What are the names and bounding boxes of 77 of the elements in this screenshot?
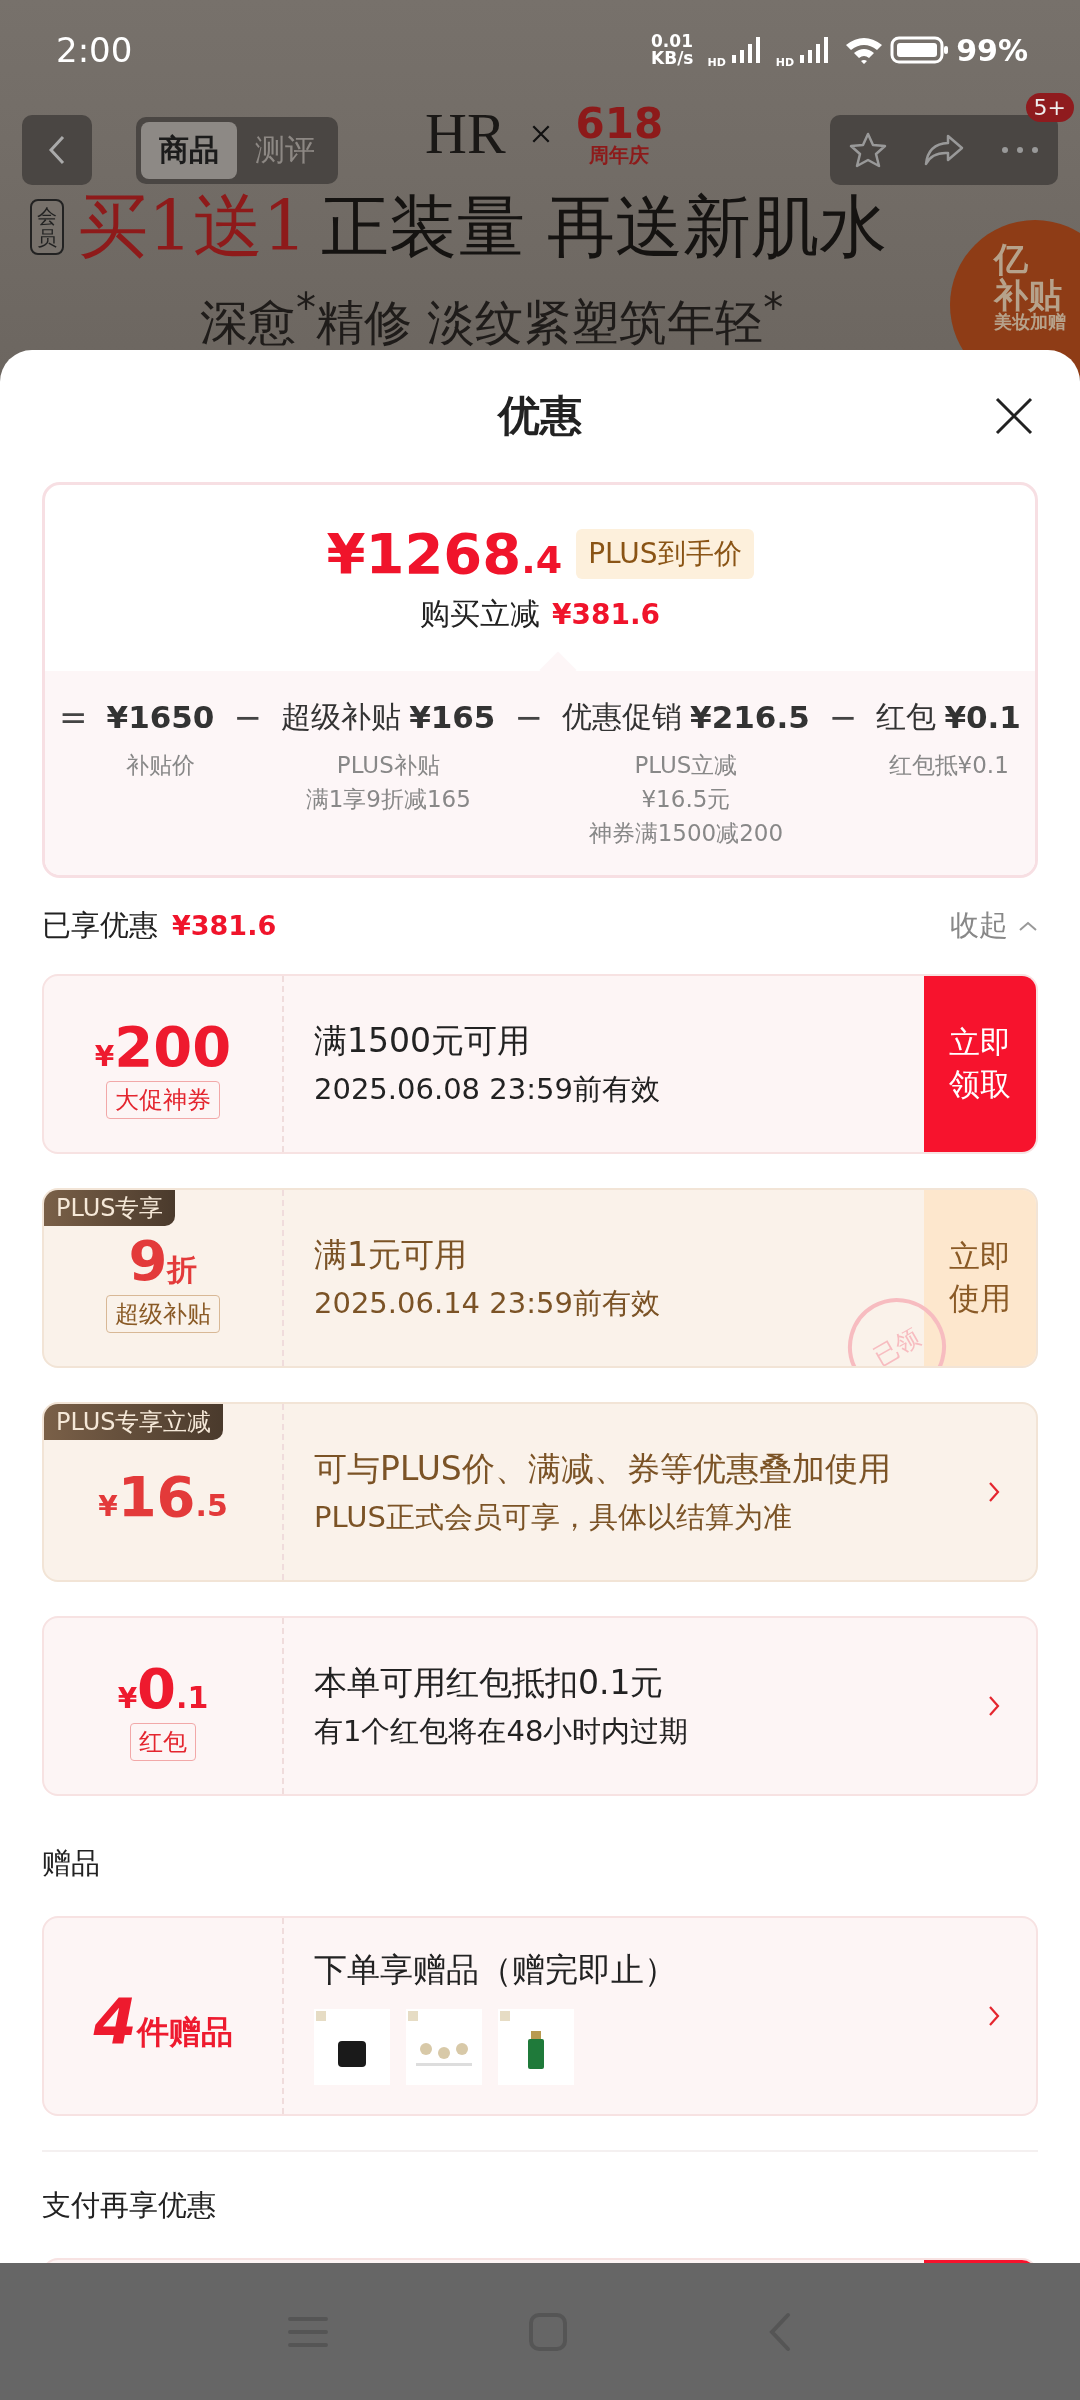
- price-tag: PLUS到手价: [576, 528, 754, 579]
- notification-badge: 5+: [1025, 93, 1074, 122]
- collapse-toggle[interactable]: 收起: [950, 906, 1038, 946]
- close-icon: [994, 396, 1034, 436]
- operator: −: [514, 696, 543, 739]
- term-name: 红包: [876, 698, 937, 736]
- offer-subtitle: PLUS正式会员可享，具体以结算为准: [314, 1498, 793, 1536]
- wifi-icon: [844, 35, 885, 65]
- term-note: 满1享9折减165: [305, 785, 471, 814]
- term-note: 补贴价: [126, 751, 195, 780]
- tab[interactable]: 商品: [141, 121, 237, 179]
- offer-amount: ¥0.1: [117, 1661, 209, 1717]
- network-speed: 0.01 KB/s: [651, 33, 694, 67]
- more-icon: [1000, 145, 1040, 155]
- plus-ribbon: PLUS专享: [44, 1190, 176, 1226]
- term-note: 红包抵¥0.1: [888, 751, 1009, 780]
- chevron-icon: [1018, 920, 1038, 932]
- offer-subtitle: 2025.06.14 23:59前有效: [314, 1284, 661, 1322]
- brand-logo: HR: [425, 100, 506, 167]
- offer-amount: 9折: [128, 1233, 198, 1289]
- final-price: ¥1268.4: [326, 521, 563, 586]
- offer-title: 满1500元可用: [314, 1019, 531, 1062]
- term-value: ¥0.1: [944, 698, 1021, 737]
- offer-subtitle: 2025.06.08 23:59前有效: [314, 1070, 661, 1108]
- back-button[interactable]: [22, 115, 92, 185]
- plus-ribbon: PLUS专享立减: [44, 1404, 224, 1440]
- status-time: 2:00: [56, 30, 133, 70]
- section-title: 支付再享优惠: [42, 2187, 217, 2224]
- section-title: 已享优惠: [42, 907, 158, 944]
- offer-subtitle: 有1个红包将在48小时内过期: [314, 1712, 690, 1750]
- chevron-right-icon[interactable]: [988, 1481, 1000, 1503]
- chevron-right-icon[interactable]: [988, 2005, 1000, 2027]
- share-icon: [922, 132, 966, 168]
- signal-label: HD: [775, 55, 795, 69]
- banner-headline: 正装量 再送新肌水: [321, 185, 887, 268]
- offer-amount: ¥200: [94, 1019, 232, 1075]
- tab[interactable]: 测评: [237, 121, 333, 179]
- battery-percent: 99%: [956, 32, 1028, 68]
- star-icon: [848, 130, 888, 170]
- gift-title: 下单享赠品（赠完即止）: [314, 1948, 678, 1991]
- operator: −: [828, 696, 858, 739]
- term-note: PLUS补贴: [336, 751, 440, 780]
- back-icon: [47, 134, 67, 166]
- operator: −: [233, 696, 263, 739]
- signal-icon: [800, 37, 831, 63]
- event-logo: 618 周年庆: [575, 102, 664, 165]
- gift-count: 4件赠品: [93, 1984, 233, 2058]
- section-title: 赠品: [42, 1845, 101, 1882]
- chevron-right-icon[interactable]: [988, 1695, 1000, 1717]
- applied-total: ¥381.6: [172, 910, 277, 941]
- signal-icon: [731, 37, 762, 63]
- offer-tag: 大促神券: [106, 1081, 220, 1119]
- offer-title: 满1元可用: [314, 1233, 468, 1276]
- offer-title: 本单可用红包抵扣0.1元: [314, 1661, 665, 1704]
- claim-button[interactable]: 立即领取: [924, 976, 1036, 1152]
- offer-title: 可与PLUS价、满减、券等优惠叠加使用: [314, 1447, 892, 1490]
- term-note: 神券满1500减200: [588, 819, 784, 848]
- offer-tag: 红包: [130, 1723, 196, 1761]
- term-name: 超级补贴: [281, 698, 402, 736]
- member-tag: 会员: [30, 199, 64, 255]
- operator: =: [59, 696, 88, 739]
- term-note: ¥16.5元: [641, 785, 731, 814]
- claim-button[interactable]: 立即使用: [924, 1190, 1036, 1366]
- term-value: ¥1650: [106, 698, 215, 737]
- term-value: ¥216.5: [690, 698, 810, 737]
- offer-tag: 超级补贴: [106, 1295, 220, 1333]
- term-name: 优惠促销: [562, 698, 683, 736]
- saving-label: 购买立减: [419, 595, 540, 633]
- banner-subline: 深愈$^{*}$精修 淡纹紧塑筑年轻$^{*}$: [200, 285, 784, 352]
- offer-amount: ¥16.5: [98, 1469, 228, 1525]
- term-note: PLUS立减: [634, 751, 738, 780]
- signal-label: HD: [707, 55, 726, 69]
- term-value: ¥165: [409, 698, 496, 737]
- battery-icon: [890, 35, 951, 65]
- saving-value: ¥381.6: [551, 598, 661, 631]
- sheet-title: 优惠: [498, 390, 582, 442]
- banner-headline: 买1送1: [78, 184, 308, 269]
